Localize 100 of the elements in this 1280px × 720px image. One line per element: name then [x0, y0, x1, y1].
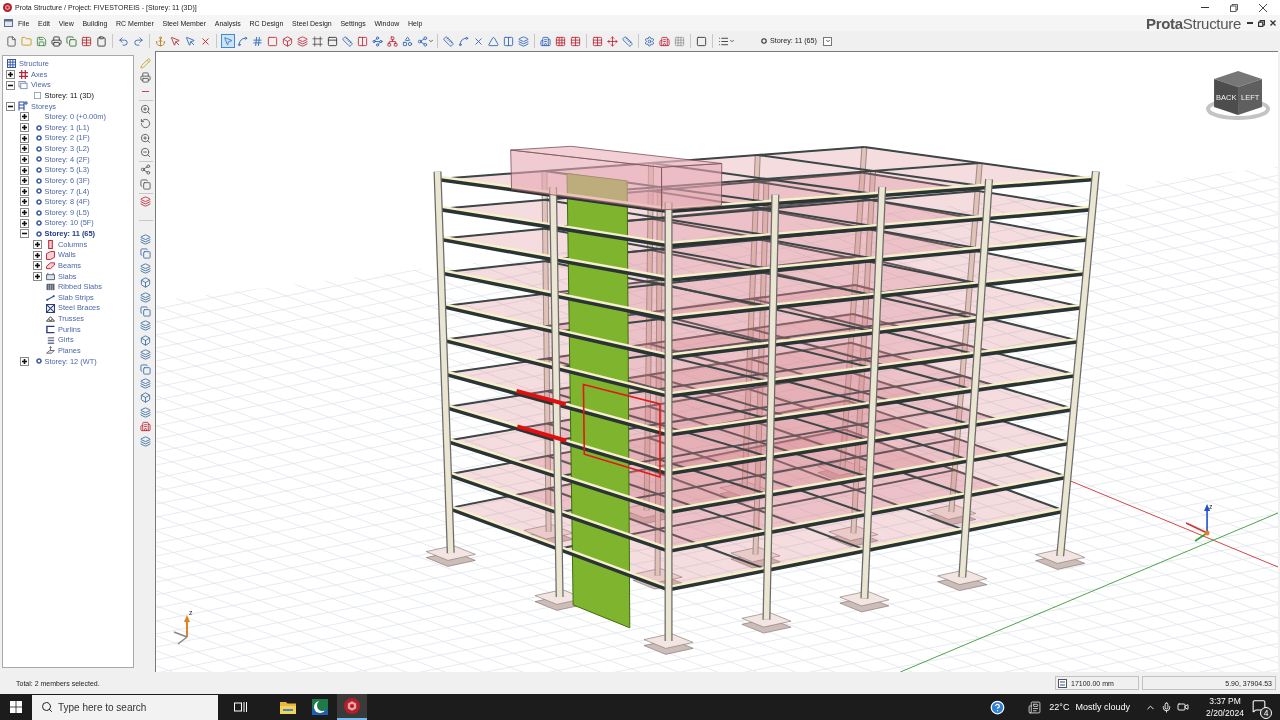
caret-icon[interactable]	[729, 38, 735, 44]
expand-toggle-icon[interactable]	[19, 154, 29, 164]
ruler-icon[interactable]	[443, 35, 454, 47]
columns-icon[interactable]	[503, 35, 514, 47]
triangle-icon[interactable]	[488, 35, 499, 47]
layers-icon[interactable]	[140, 320, 151, 332]
layers-icon[interactable]	[518, 35, 529, 47]
cross-icon[interactable]	[473, 35, 484, 47]
document-icon[interactable]	[6, 35, 17, 47]
minimize-icon[interactable]	[1200, 7, 1209, 8]
close-icon[interactable]	[1258, 3, 1267, 12]
panel-icon[interactable]	[327, 35, 338, 47]
spline-icon[interactable]	[237, 35, 248, 47]
expand-toggle-icon[interactable]	[33, 239, 42, 249]
expand-toggle-icon[interactable]	[6, 69, 15, 79]
expand-toggle-icon[interactable]	[19, 218, 29, 228]
square-icon[interactable]	[267, 35, 278, 47]
layers-icon[interactable]	[140, 406, 151, 418]
layers-icon[interactable]	[297, 35, 308, 47]
expand-toggle-icon[interactable]	[33, 261, 42, 271]
collapse-toggle-icon[interactable]	[6, 101, 15, 111]
clipboard-icon[interactable]	[96, 35, 107, 47]
dropdown-button[interactable]	[823, 36, 832, 46]
table-icon[interactable]	[81, 35, 92, 47]
copy-icon[interactable]	[140, 178, 151, 190]
pointer-icon[interactable]	[185, 35, 196, 47]
expand-toggle-icon[interactable]	[19, 356, 29, 366]
windows-logo-icon[interactable]	[10, 701, 22, 713]
share-icon[interactable]	[140, 164, 151, 176]
box-icon[interactable]	[140, 392, 151, 404]
ruler-icon[interactable]	[622, 35, 633, 47]
restore-icon[interactable]	[1258, 19, 1265, 27]
grid-icon[interactable]	[555, 35, 566, 47]
zoom-in-icon[interactable]	[140, 103, 151, 115]
building-icon[interactable]	[659, 35, 670, 47]
collapse-toggle-icon[interactable]	[19, 229, 29, 239]
close-icon[interactable]	[1270, 20, 1276, 26]
spline-icon[interactable]	[458, 35, 469, 47]
columns-icon[interactable]	[357, 35, 368, 47]
view-cube-icon[interactable]	[1206, 71, 1270, 120]
ruler-icon[interactable]	[342, 35, 353, 47]
expand-toggle-icon[interactable]	[33, 250, 42, 260]
box-icon[interactable]	[140, 334, 151, 346]
expand-toggle-icon[interactable]	[19, 176, 29, 186]
expand-toggle-icon[interactable]	[19, 123, 29, 133]
table-icon[interactable]	[592, 35, 603, 47]
news-icon[interactable]	[1027, 700, 1043, 714]
microphone-icon[interactable]	[1161, 701, 1172, 713]
select-tool-button[interactable]	[220, 34, 235, 48]
rotate-icon[interactable]	[140, 118, 151, 130]
expand-toggle-icon[interactable]	[19, 165, 29, 175]
notification-icon[interactable]	[1252, 699, 1266, 713]
box-icon[interactable]	[140, 277, 151, 289]
network-icon[interactable]	[387, 35, 398, 47]
gear-icon[interactable]	[644, 35, 655, 47]
layers-icon[interactable]	[140, 262, 151, 274]
undo-icon[interactable]	[118, 35, 129, 47]
printer-icon[interactable]	[140, 72, 151, 84]
layers-icon[interactable]	[140, 196, 151, 208]
waypoints-icon[interactable]	[372, 35, 383, 47]
shapes-icon[interactable]	[402, 35, 413, 47]
list-icon[interactable]	[718, 35, 729, 47]
expand-toggle-icon[interactable]	[19, 197, 29, 207]
layers-icon[interactable]	[140, 234, 151, 246]
delete-icon[interactable]	[200, 35, 211, 47]
move-icon[interactable]	[607, 35, 618, 47]
building-icon[interactable]	[140, 421, 151, 433]
layers-icon[interactable]	[140, 349, 151, 361]
grid-icon[interactable]	[252, 35, 263, 47]
task-view-icon[interactable]	[234, 701, 248, 713]
collapse-toggle-icon[interactable]	[6, 80, 15, 90]
copy-icon[interactable]	[140, 363, 151, 375]
expand-toggle-icon[interactable]	[19, 144, 29, 154]
building-icon[interactable]	[540, 35, 551, 47]
expand-toggle-icon[interactable]	[19, 133, 29, 143]
search-field[interactable]: Type here to search	[32, 694, 218, 720]
anchor-icon[interactable]	[155, 35, 166, 47]
table-icon[interactable]	[570, 35, 581, 47]
box-icon[interactable]	[282, 35, 293, 47]
document-window-icon[interactable]	[4, 19, 13, 27]
pointer-icon[interactable]	[170, 35, 181, 47]
expand-toggle-icon[interactable]	[19, 112, 29, 122]
layers-icon[interactable]	[140, 435, 151, 447]
video-icon[interactable]	[1177, 701, 1189, 713]
share-icon[interactable]	[417, 35, 428, 47]
layers-icon[interactable]	[140, 291, 151, 303]
expand-toggle-icon[interactable]	[19, 186, 29, 196]
copy-icon[interactable]	[66, 35, 77, 47]
zoom-out-icon[interactable]	[140, 147, 151, 159]
caret-icon[interactable]	[428, 38, 434, 44]
expand-toggle-icon[interactable]	[19, 208, 29, 218]
redo-icon[interactable]	[133, 35, 144, 47]
expand-toggle-icon[interactable]	[33, 271, 42, 281]
restore-icon[interactable]	[1229, 3, 1238, 12]
zoom-in-icon[interactable]	[140, 132, 151, 144]
layers-icon[interactable]	[140, 378, 151, 389]
frame-icon[interactable]	[312, 35, 323, 47]
copy-icon[interactable]	[140, 248, 151, 260]
printer-icon[interactable]	[51, 35, 62, 47]
copy-icon[interactable]	[140, 306, 151, 318]
